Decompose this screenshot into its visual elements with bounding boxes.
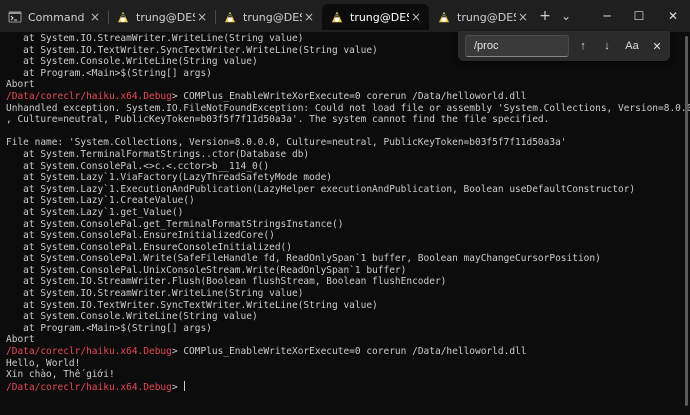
close-tab-icon[interactable]: ×	[516, 10, 530, 24]
output-text: Abort	[6, 79, 35, 91]
output-text: Unhandled exception. System.IO.FileNotFo…	[6, 102, 690, 114]
output-line: at System.IO.StreamWriter.WriteLine(Stri…	[6, 288, 690, 300]
output-line: at System.ConsolePal.get_TerminalFormatS…	[6, 219, 690, 231]
output-line: at System.Lazy`1.CreateValue()	[6, 195, 690, 207]
output-line: at System.IO.StreamWriter.Flush(Boolean …	[6, 276, 690, 288]
output-line: at Program.<Main>$(String[] args)	[6, 323, 690, 335]
prompt-line: /Data/coreclr/haiku.x64.Debug>	[6, 380, 690, 393]
output-line: File name: 'System.Collections, Version=…	[6, 137, 690, 149]
output-text: at System.ConsolePal.UnixConsoleStream.W…	[6, 264, 407, 276]
close-tab-icon[interactable]: ×	[88, 10, 102, 24]
tab-dropdown-button[interactable]: ⌄	[558, 6, 574, 26]
tab-label: trung@DESKTOF	[457, 10, 516, 24]
output-text: at System.IO.StreamWriter.WriteLine(Stri…	[6, 33, 304, 44]
output-line: at System.Lazy`1.ViaFactory(LazyThreadSa…	[6, 172, 690, 184]
tab-label: trung@DESKTOF	[243, 10, 302, 24]
output-line: at System.ConsolePal.EnsureConsoleInitia…	[6, 242, 690, 254]
find-input[interactable]	[465, 35, 569, 57]
output-text: at System.Lazy`1.CreateValue()	[6, 195, 195, 207]
close-window-button[interactable]: ✕	[658, 0, 688, 32]
command-text: > COMPlus_EnableWriteXorExecute=0 coreru…	[171, 346, 527, 358]
find-bar: ↑ ↓ Aa ✕	[458, 31, 670, 61]
prompt-path: /Data/coreclr/haiku.x64.Debug	[6, 381, 172, 393]
prompt-path: /Data/coreclr/haiku.x64.Debug	[6, 90, 172, 102]
output-text: at System.ConsolePal.Write(SafeFileHandl…	[6, 253, 601, 265]
minimize-button[interactable]: ─	[592, 0, 622, 32]
command-prompt-icon	[8, 10, 22, 24]
linux-tux-icon	[116, 10, 130, 24]
output-line: at System.Console.WriteLine(String value…	[6, 311, 690, 323]
output-text: , Culture=neutral, PublicKeyToken=b03f5f…	[6, 114, 550, 126]
linux-tux-icon	[437, 10, 451, 24]
output-line: at System.ConsolePal.UnixConsoleStream.W…	[6, 265, 690, 277]
output-line: at System.Lazy`1.get_Value()	[6, 207, 690, 219]
tab-label: trung@DESKTOF	[136, 10, 195, 24]
command-text: > COMPlus_EnableWriteXorExecute=0 coreru…	[171, 90, 527, 102]
output-text: at System.Lazy`1.get_Value()	[6, 206, 184, 218]
output-text: at System.IO.StreamWriter.Flush(Boolean …	[6, 276, 447, 288]
terminal-output[interactable]: at System.IO.StreamWriter.WriteLine(Stri…	[0, 32, 690, 415]
output-text: at System.ConsolePal.<>c.<.cctor>b__114_…	[6, 160, 270, 172]
output-text: at System.ConsolePal.get_TerminalFormatS…	[6, 218, 344, 230]
vertical-scrollbar[interactable]	[685, 36, 688, 406]
output-line: Abort	[6, 79, 690, 91]
find-next-button[interactable]: ↓	[596, 36, 618, 56]
output-text: at System.IO.StreamWriter.WriteLine(Stri…	[6, 288, 304, 300]
output-line: at System.IO.TextWriter.SyncTextWriter.W…	[6, 300, 690, 312]
output-text: at System.Lazy`1.ExecutionAndPublication…	[6, 183, 636, 195]
match-case-button[interactable]: Aa	[621, 36, 643, 56]
output-line: at System.ConsolePal.Write(SafeFileHandl…	[6, 253, 690, 265]
output-text: Abort	[6, 334, 35, 346]
output-text: at System.ConsolePal.EnsureConsoleInitia…	[6, 241, 292, 253]
maximize-button[interactable]: ☐	[624, 0, 654, 32]
tab-4[interactable]: trung@DESKTOF×	[322, 4, 429, 30]
output-text: at System.IO.TextWriter.SyncTextWriter.W…	[6, 299, 378, 311]
output-line: at System.TerminalFormatStrings..ctor(Da…	[6, 149, 690, 161]
prompt-line: /Data/coreclr/haiku.x64.Debug> COMPlus_E…	[6, 346, 690, 358]
tab-label: trung@DESKTOF	[350, 10, 409, 24]
output-text: at System.Lazy`1.ViaFactory(LazyThreadSa…	[6, 172, 333, 184]
output-line: Unhandled exception. System.IO.FileNotFo…	[6, 103, 690, 115]
close-find-button[interactable]: ✕	[646, 36, 668, 56]
output-text: File name: 'System.Collections, Version=…	[6, 137, 567, 149]
output-line: Hello, World!	[6, 358, 690, 370]
output-line: Abort	[6, 334, 690, 346]
new-tab-button[interactable]: +	[536, 6, 554, 26]
terminal-window: Command Prom×trung@DESKTOF×trung@DESKTOF…	[0, 0, 690, 415]
linux-tux-icon	[330, 10, 344, 24]
prompt-line: /Data/coreclr/haiku.x64.Debug> COMPlus_E…	[6, 91, 690, 103]
linux-tux-icon	[223, 10, 237, 24]
tab-label: Command Prom	[28, 10, 88, 24]
output-text: at System.IO.TextWriter.SyncTextWriter.W…	[6, 44, 378, 56]
output-text: Hello, World!	[6, 357, 81, 369]
output-line: , Culture=neutral, PublicKeyToken=b03f5f…	[6, 114, 690, 126]
output-text: at System.Console.WriteLine(String value…	[6, 311, 258, 323]
output-text: at Program.<Main>$(String[] args)	[6, 67, 212, 79]
output-line: Xin chào, Thế giới!	[6, 369, 690, 381]
close-tab-icon[interactable]: ×	[409, 10, 423, 24]
tab-5[interactable]: trung@DESKTOF×	[429, 4, 536, 30]
tab-2[interactable]: trung@DESKTOF×	[108, 4, 215, 30]
output-line: at Program.<Main>$(String[] args)	[6, 68, 690, 80]
command-text: >	[171, 381, 184, 393]
close-tab-icon[interactable]: ×	[302, 10, 316, 24]
output-text: Xin chào, Thế giới!	[6, 369, 115, 381]
text-cursor	[184, 380, 186, 391]
find-previous-button[interactable]: ↑	[572, 36, 594, 56]
output-text: at System.ConsolePal.EnsureInitializedCo…	[6, 230, 275, 242]
scrollbar-thumb[interactable]	[685, 36, 688, 406]
close-tab-icon[interactable]: ×	[195, 10, 209, 24]
prompt-path: /Data/coreclr/haiku.x64.Debug	[6, 346, 172, 358]
output-line: at System.Lazy`1.ExecutionAndPublication…	[6, 184, 690, 196]
tab-1[interactable]: Command Prom×	[0, 4, 108, 30]
output-text: at System.TerminalFormatStrings..ctor(Da…	[6, 148, 310, 160]
output-line: at System.ConsolePal.<>c.<.cctor>b__114_…	[6, 161, 690, 173]
output-text: at System.Console.WriteLine(String value…	[6, 56, 258, 68]
tab-3[interactable]: trung@DESKTOF×	[215, 4, 322, 30]
output-text: at Program.<Main>$(String[] args)	[6, 322, 212, 334]
output-line: at System.ConsolePal.EnsureInitializedCo…	[6, 230, 690, 242]
tab-bar: Command Prom×trung@DESKTOF×trung@DESKTOF…	[0, 0, 690, 32]
